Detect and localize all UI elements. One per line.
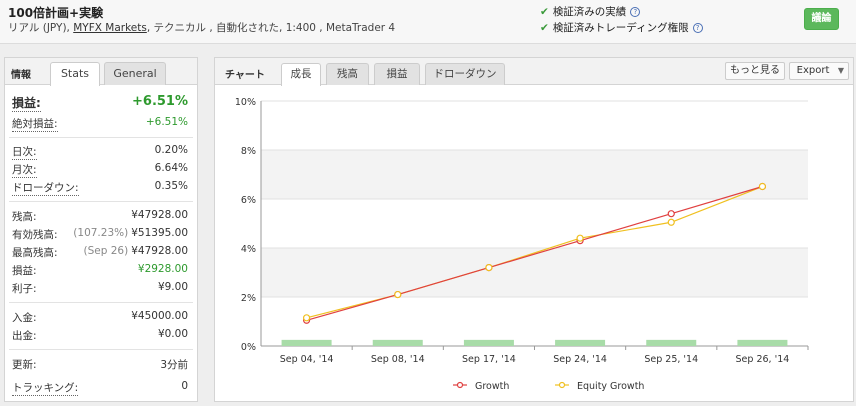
tracking-row: トラッキング: 0: [12, 380, 188, 396]
gain-row: 損益: +6.51%: [12, 94, 188, 112]
y-tick-label: 0%: [241, 342, 256, 353]
bar: [737, 339, 788, 346]
x-tick-label: Sep 24, '14: [553, 354, 607, 365]
balance-row: 残高: ¥47928.00: [12, 209, 188, 223]
data-point: [667, 218, 675, 226]
chart-label: チャート: [225, 70, 265, 81]
verified-trading-privileges: ✔ 検証済みトレーディング権限?: [540, 20, 703, 35]
drawdown-row: ドローダウン: 0.35%: [12, 180, 188, 196]
account-header: 100倍計画+実験 リアル (JPY), MYFX Markets, テクニカル…: [0, 0, 856, 44]
broker-link[interactable]: MYFX Markets: [73, 22, 147, 34]
x-tick-label: Sep 08, '14: [371, 354, 425, 365]
export-button[interactable]: Export ▼: [789, 62, 849, 80]
tab-growth[interactable]: 成長: [281, 63, 321, 86]
bar: [372, 339, 423, 346]
check-icon: ✔: [540, 6, 549, 18]
y-tick-label: 6%: [241, 195, 256, 206]
divider: [9, 302, 193, 303]
legend-marker: [456, 381, 464, 389]
tab-stats[interactable]: Stats: [50, 62, 100, 86]
x-tick-label: Sep 26, '14: [736, 354, 790, 365]
highest-row: 最高残高: (Sep 26) ¥47928.00: [12, 245, 188, 259]
tab-profit[interactable]: 損益: [374, 63, 420, 85]
stats-panel: 情報 Stats General 損益: +6.51% 絶対損益: +6.51%…: [4, 57, 198, 402]
abs-gain-row: 絶対損益: +6.51%: [12, 116, 188, 132]
account-subtitle: リアル (JPY), MYFX Markets, テクニカル , 自動化された,…: [8, 20, 395, 35]
x-tick-label: Sep 17, '14: [462, 354, 516, 365]
x-tick-label: Sep 04, '14: [280, 354, 334, 365]
y-tick-label: 10%: [235, 97, 256, 108]
data-point: [485, 264, 493, 272]
tab-balance[interactable]: 残高: [326, 63, 369, 85]
equity-row: 有効残高: (107.23%) ¥51395.00: [12, 227, 188, 241]
help-icon[interactable]: ?: [692, 23, 703, 33]
account-title: 100倍計画+実験: [8, 6, 104, 20]
data-point: [758, 182, 767, 191]
profit-row: 損益: ¥2928.00: [12, 263, 188, 277]
y-tick-label: 4%: [241, 244, 256, 255]
y-tick-label: 8%: [241, 146, 256, 157]
tab-drawdown[interactable]: ドローダウン: [425, 63, 505, 85]
tab-general[interactable]: General: [104, 62, 166, 85]
stats-tabs: 情報 Stats General: [5, 58, 197, 86]
discuss-button[interactable]: 議論: [804, 8, 839, 30]
divider: [9, 137, 193, 138]
verified-track-record: ✔ 検証済みの実績?: [540, 4, 641, 19]
x-tick-label: Sep 25, '14: [644, 354, 698, 365]
divider: [9, 201, 193, 202]
interest-row: 利子: ¥9.00: [12, 281, 188, 295]
more-button[interactable]: もっと見る: [725, 62, 785, 80]
data-point: [667, 210, 675, 218]
grid-band: [261, 248, 808, 297]
account-type: リアル (JPY),: [8, 22, 74, 34]
data-point: [576, 234, 584, 242]
updated-row: 更新: 3分前: [12, 359, 188, 371]
chart-panel: チャート 成長 残高 損益 ドローダウン もっと見る Export ▼ 0% 2%…: [214, 57, 854, 402]
withdrawals-row: 出金: ¥0.00: [12, 328, 188, 342]
legend-label: Equity Growth: [577, 381, 644, 392]
daily-row: 日次: 0.20%: [12, 144, 188, 160]
monthly-row: 月次: 6.64%: [12, 162, 188, 178]
growth-chart: 0% 2% 4% 6% 8% 10% Sep 04, '14 Sep 08, '14 Sep 1…: [235, 97, 809, 392]
y-tick-label: 2%: [241, 293, 256, 304]
account-details: , テクニカル , 自動化された, 1:400 , MetaTrader 4: [146, 22, 396, 34]
chevron-down-icon: ▼: [837, 66, 844, 75]
divider: [9, 349, 193, 350]
info-label: 情報: [11, 70, 31, 81]
deposits-row: 入金: ¥45000.00: [12, 310, 188, 324]
bar: [646, 339, 697, 346]
bar: [555, 339, 606, 346]
chart-tabs: チャート 成長 残高 損益 ドローダウン もっと見る Export ▼: [215, 58, 853, 86]
help-icon[interactable]: ?: [630, 7, 641, 17]
data-point: [394, 290, 402, 299]
check-icon: ✔: [540, 22, 549, 34]
data-point: [302, 314, 311, 322]
grid-band: [261, 150, 808, 199]
legend-label: Growth: [475, 381, 509, 392]
tracking-link[interactable]: トラッキング:: [12, 380, 79, 396]
bar: [281, 339, 332, 346]
legend-marker: [558, 381, 566, 389]
bar: [463, 339, 514, 346]
